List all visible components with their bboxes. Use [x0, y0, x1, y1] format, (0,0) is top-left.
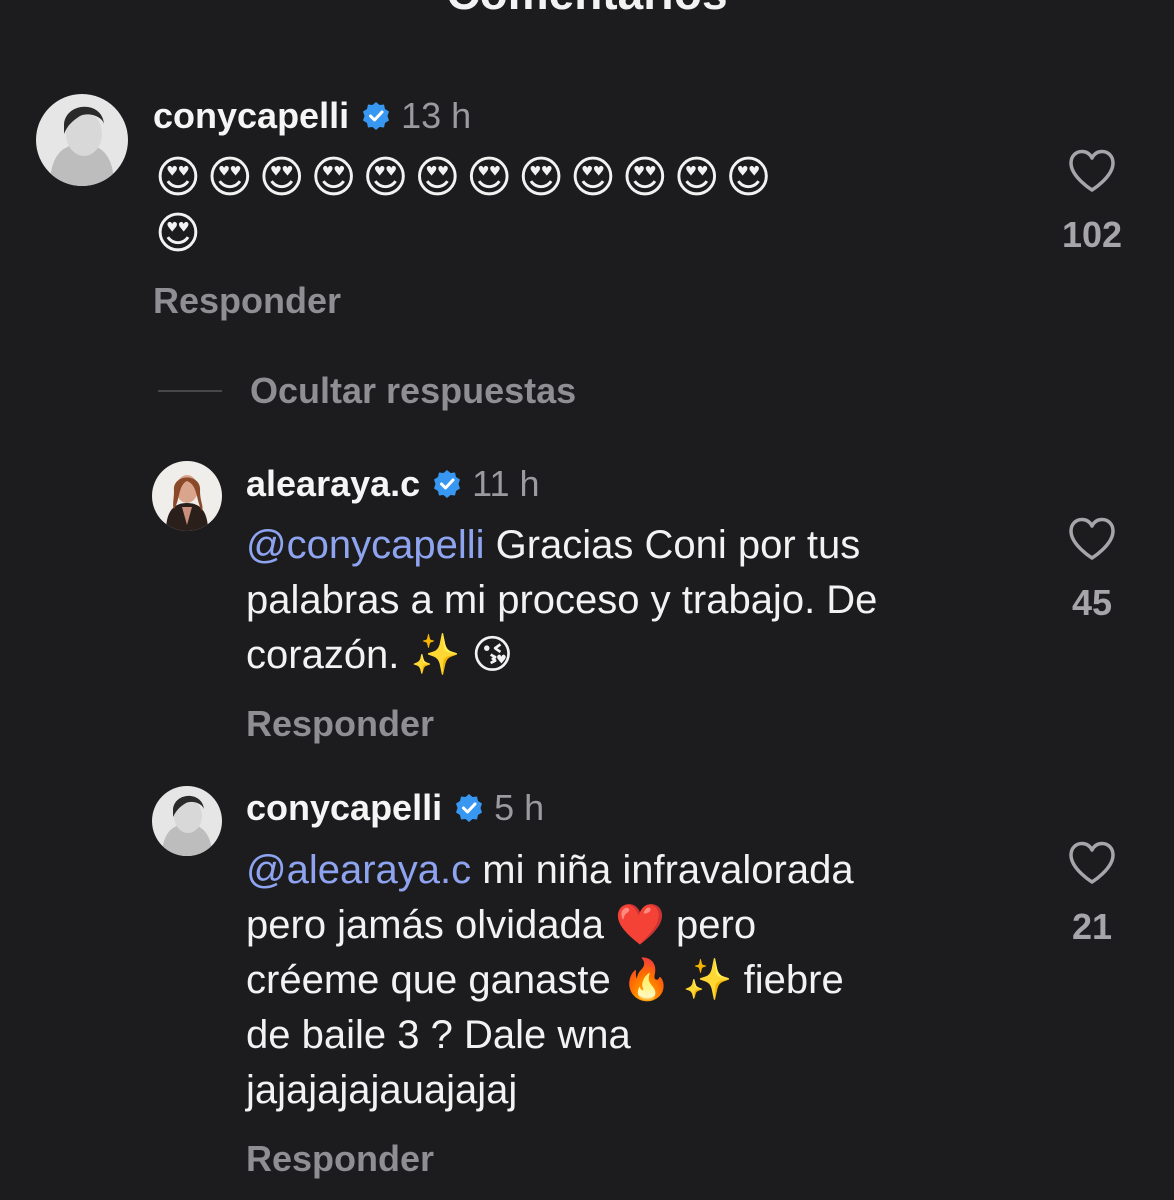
- reply-text-line: palabras a mi proceso y trabajo. De: [246, 578, 878, 622]
- reply-text-line: de baile 3 ? Dale wna: [246, 1013, 631, 1057]
- verified-badge-icon: [454, 793, 484, 823]
- heart-outline-icon[interactable]: [1067, 840, 1117, 886]
- reply-text-line: créeme que ganaste 🔥 ✨ fiebre: [246, 958, 844, 1002]
- avatar[interactable]: [36, 94, 128, 186]
- like-column: 45: [1037, 516, 1147, 624]
- reply-text-segment: mi niña infravalorada: [471, 848, 854, 892]
- comment-text-line: 😍: [155, 209, 207, 258]
- comment-text: 😍😍😍😍😍😍😍😍😍😍😍😍 😍: [155, 150, 777, 262]
- heart-outline-icon[interactable]: [1067, 148, 1117, 194]
- reply-text: @alearaya.c mi niña infravalorada pero j…: [246, 843, 854, 1118]
- page-title: Comentarios: [0, 0, 1174, 20]
- verified-badge-icon: [361, 101, 391, 131]
- reply-username[interactable]: conycapelli: [246, 788, 442, 828]
- avatar[interactable]: [152, 786, 222, 856]
- reply-timestamp: 5 h: [494, 787, 545, 828]
- like-count: 21: [1071, 906, 1113, 947]
- divider-line: [158, 390, 222, 392]
- like-count: 102: [1061, 214, 1123, 255]
- reply-text: @conycapelli Gracias Coni por tus palabr…: [246, 518, 877, 683]
- verified-badge-icon: [432, 469, 462, 499]
- reply-text-line: corazón. ✨ 😘: [246, 633, 514, 677]
- reply-username[interactable]: alearaya.c: [246, 464, 420, 504]
- reply-text-line: @conycapelli Gracias Coni por tus: [246, 518, 877, 573]
- reply-button[interactable]: Responder: [246, 703, 434, 745]
- like-column: 21: [1037, 840, 1147, 948]
- reply-button[interactable]: Responder: [153, 280, 341, 322]
- mention-link[interactable]: @alearaya.c: [246, 848, 471, 892]
- reply-button[interactable]: Responder: [246, 1138, 434, 1180]
- heart-outline-icon[interactable]: [1067, 516, 1117, 562]
- hide-replies-toggle[interactable]: Ocultar respuestas: [158, 370, 576, 412]
- comment-text-line: 😍😍😍😍😍😍😍😍😍😍😍😍: [155, 153, 778, 202]
- like-count: 45: [1071, 582, 1113, 623]
- comment-timestamp: 13 h: [401, 95, 472, 136]
- comment-username[interactable]: conycapelli: [153, 96, 349, 136]
- reply-text-segment: Gracias Coni por tus: [484, 523, 861, 567]
- reply-text-line: pero jamás olvidada ❤️ pero: [246, 903, 757, 947]
- reply-text-line: jajajajajauajajaj: [246, 1068, 518, 1112]
- avatar[interactable]: [152, 461, 222, 531]
- reply-text-line: @alearaya.c mi niña infravalorada: [246, 843, 854, 898]
- like-column: 102: [1037, 148, 1147, 256]
- reply-timestamp: 11 h: [472, 463, 540, 504]
- mention-link[interactable]: @conycapelli: [246, 523, 485, 567]
- hide-replies-label: Ocultar respuestas: [250, 370, 577, 411]
- comments-screen: Comentarios conycapelli 13 h 😍😍😍😍😍😍😍😍�: [0, 0, 1174, 1200]
